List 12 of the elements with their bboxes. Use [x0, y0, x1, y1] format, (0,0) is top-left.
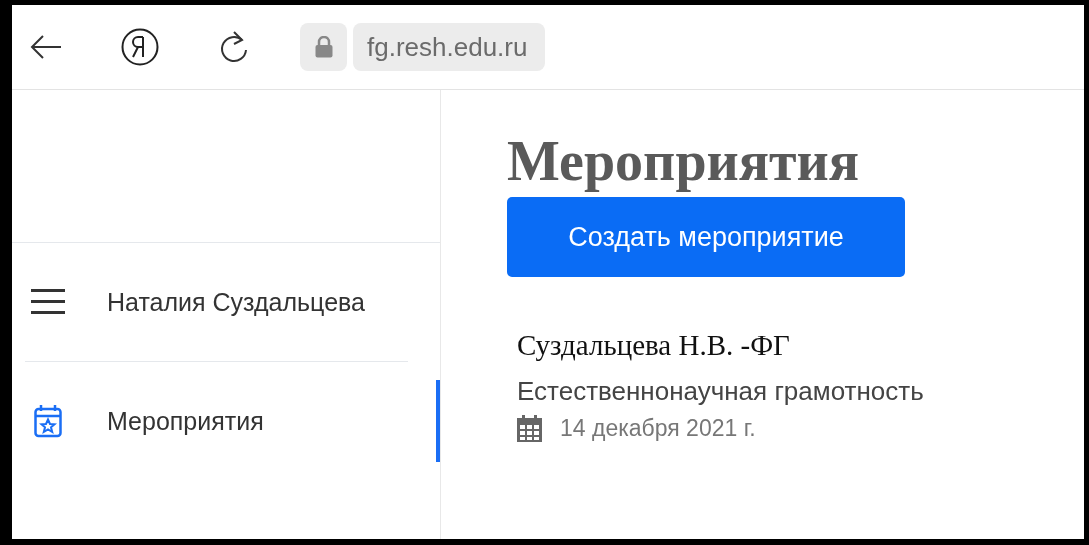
- lock-badge[interactable]: [300, 23, 347, 71]
- event-date: 14 декабря 2021 г.: [560, 415, 756, 443]
- page-title: Мероприятия: [507, 129, 860, 194]
- event-title[interactable]: Суздальцева Н.В. -ФГ: [517, 329, 924, 363]
- calendar-icon: [517, 415, 542, 443]
- create-event-button[interactable]: Создать мероприятие: [507, 197, 905, 278]
- event-subject: Естественнонаучная грамотность: [517, 376, 924, 408]
- menu-icon[interactable]: [31, 288, 65, 316]
- address-field[interactable]: fg.resh.edu.ru: [353, 23, 546, 71]
- sidebar-item[interactable]: Мероприятия: [107, 406, 264, 436]
- sidebar-row[interactable]: Наталия Суздальцева: [12, 243, 440, 361]
- sidebar-item[interactable]: Наталия Суздальцева: [107, 287, 365, 317]
